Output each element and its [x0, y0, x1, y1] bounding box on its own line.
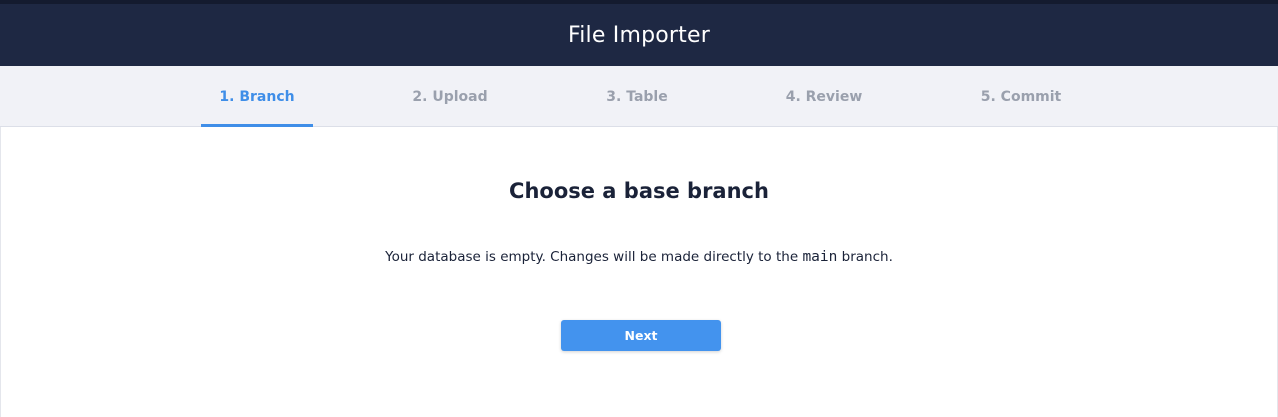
step-review[interactable]: 4. Review [768, 66, 880, 127]
step-commit[interactable]: 5. Commit [965, 66, 1077, 127]
step-table[interactable]: 3. Table [581, 66, 693, 127]
next-button[interactable]: Next [561, 320, 721, 351]
message-text-before: Your database is empty. Changes will be … [385, 249, 803, 265]
step-branch[interactable]: 1. Branch [201, 66, 313, 128]
branch-name: main [802, 249, 838, 265]
page-title: Choose a base branch [509, 179, 769, 203]
main-content: Choose a base branch Your database is em… [0, 127, 1278, 417]
app-title: File Importer [567, 22, 710, 48]
empty-database-message: Your database is empty. Changes will be … [1, 249, 1277, 265]
message-text-after: branch. [837, 249, 893, 265]
app-header: File Importer [0, 0, 1278, 66]
step-upload[interactable]: 2. Upload [394, 66, 506, 127]
step-navigation: 1. Branch 2. Upload 3. Table 4. Review 5… [0, 66, 1278, 128]
